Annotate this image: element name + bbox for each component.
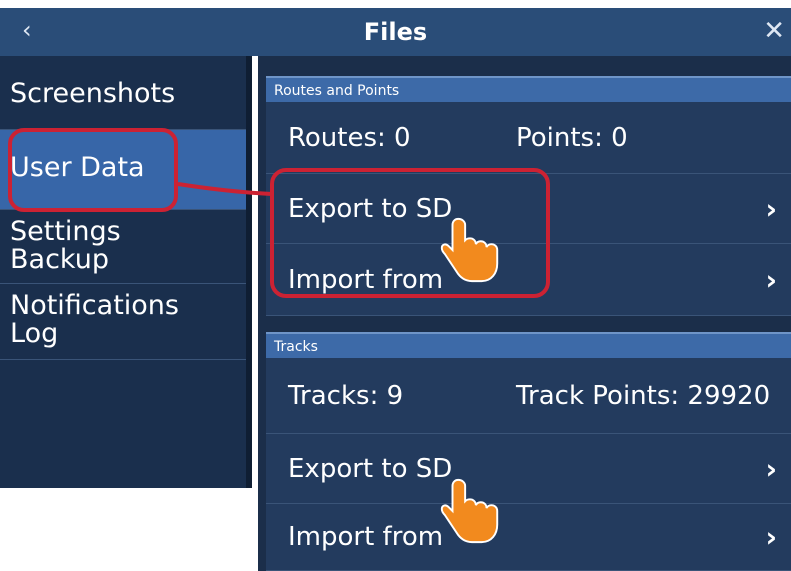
- files-screen: ‹ Files ✕ Screenshots User Data Settings…: [0, 0, 791, 571]
- pointing-hand-icon: [440, 478, 499, 544]
- pointing-hand-icon: [440, 217, 499, 283]
- annotation-connector: [177, 182, 273, 196]
- connector-line: [177, 182, 273, 196]
